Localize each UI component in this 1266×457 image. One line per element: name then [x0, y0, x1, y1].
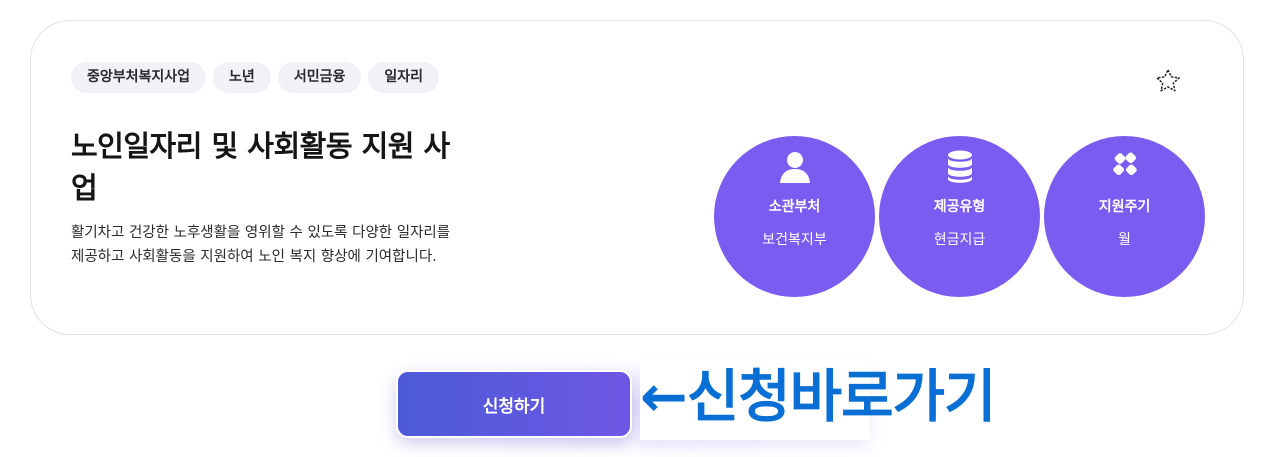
tag-list: 중앙부처복지사업 노년 서민금융 일자리: [71, 62, 439, 93]
apply-button[interactable]: 신청하기: [396, 370, 632, 438]
info-support-cycle-label: 지원주기: [1098, 199, 1151, 215]
info-support-cycle-value: 월: [1118, 232, 1131, 248]
service-description: 활기차고 건강한 노후생활을 영위할 수 있도록 다양한 일자리를 제공하고 사…: [71, 225, 451, 265]
tag-central-welfare[interactable]: 중앙부처복지사업: [71, 62, 207, 93]
database-icon: [940, 149, 980, 185]
info-ministry: 소관부처 보건복지부: [714, 136, 875, 297]
apply-shortcut-annotation: ←신청바로가기: [640, 364, 996, 430]
tag-finance[interactable]: 서민금융: [277, 62, 362, 93]
page-title: 노인일자리 및 사회활동 지원 사업: [71, 129, 450, 205]
page: 중앙부처복지사업 노년 서민금융 일자리 노인일자리 및 사회활동 지원 사업 …: [0, 0, 1266, 457]
person-icon: [775, 149, 815, 185]
info-support-cycle: 지원주기 월: [1044, 136, 1205, 297]
info-ministry-value: 보건복지부: [762, 232, 827, 248]
grid-diamond-icon: [1105, 149, 1145, 185]
info-provision-type-value: 현금지급: [933, 232, 986, 248]
star-outline-icon: [1156, 69, 1180, 92]
tag-elderly[interactable]: 노년: [213, 62, 271, 93]
info-ministry-label: 소관부처: [768, 199, 821, 215]
tag-jobs[interactable]: 일자리: [368, 62, 439, 93]
info-circles: 소관부처 보건복지부 제공유형 현금지급 지원주기 월: [714, 136, 1214, 298]
info-provision-type-label: 제공유형: [933, 199, 986, 215]
info-provision-type: 제공유형 현금지급: [879, 136, 1040, 297]
service-card: 중앙부처복지사업 노년 서민금융 일자리 노인일자리 및 사회활동 지원 사업 …: [30, 20, 1244, 335]
favorite-button[interactable]: [1151, 64, 1185, 98]
